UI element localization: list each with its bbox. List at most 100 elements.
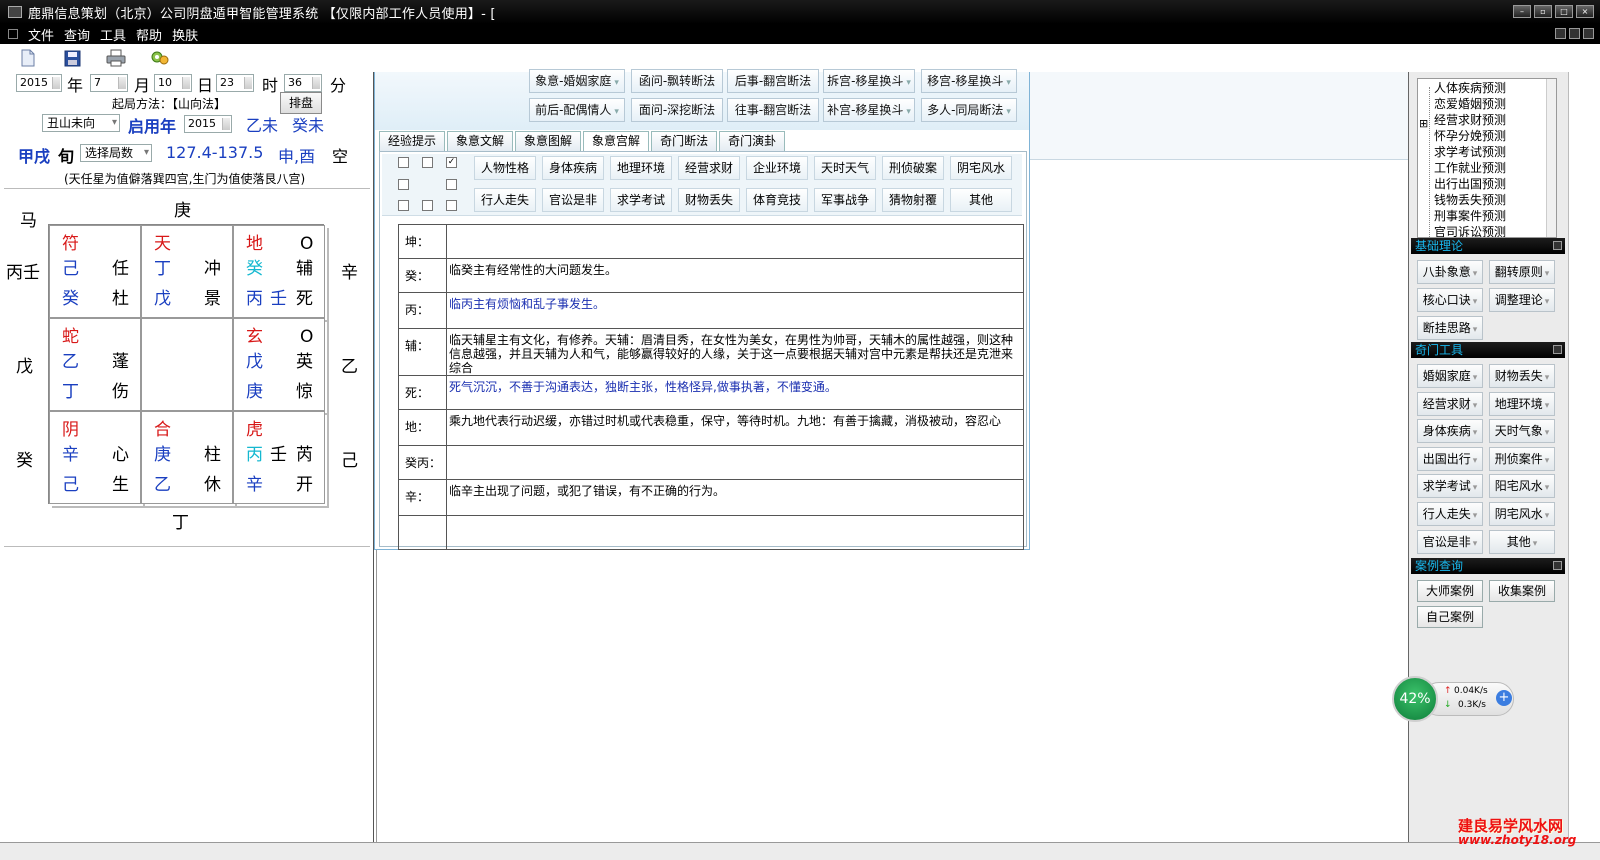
method-button-7[interactable]: 面问-深挖断法 <box>631 98 723 122</box>
menu-help[interactable]: 帮助 <box>136 25 162 44</box>
tab-qimen-method[interactable]: 奇门断法 <box>651 131 718 151</box>
palace-qian6[interactable]: 虎 丙 壬 芮 辛 开 <box>233 411 325 504</box>
mountain-select[interactable]: 丑山未向 <box>42 114 120 132</box>
menu-tools[interactable]: 工具 <box>100 25 126 44</box>
theory-button-5[interactable]: 断挂思路 ▾ <box>1417 316 1483 340</box>
tree-item[interactable]: 钱物丢失预测 <box>1434 193 1506 208</box>
checkbox[interactable] <box>422 200 433 211</box>
collapse-icon[interactable] <box>1553 241 1562 250</box>
method-button-1[interactable]: 象意-婚姻家庭 ▾ <box>529 69 625 93</box>
menu-query[interactable]: 查询 <box>64 25 90 44</box>
tab-experience[interactable]: 经验提示 <box>379 131 446 151</box>
method-button-4[interactable]: 拆宫-移星换斗 ▾ <box>823 69 915 93</box>
tree-item[interactable]: 工作就业预测 <box>1434 161 1506 176</box>
category-personality[interactable]: 人物性格 <box>474 156 536 180</box>
collapse-icon[interactable] <box>1553 345 1562 354</box>
restore-button[interactable]: ▫ <box>1534 5 1552 18</box>
category-missing-person[interactable]: 行人走失 <box>474 188 536 212</box>
mdi-restore-button[interactable] <box>1569 28 1580 39</box>
tab-text-meaning[interactable]: 象意文解 <box>447 131 514 151</box>
method-button-5[interactable]: 移宫-移星换斗 ▾ <box>921 69 1017 93</box>
palace-center5[interactable] <box>141 318 233 411</box>
hour-spinner[interactable]: 23 <box>216 74 254 92</box>
menu-file[interactable]: 文件 <box>28 25 54 44</box>
section-header-theory[interactable]: 基础理论 <box>1411 238 1565 254</box>
tree-item[interactable]: 人体疾病预测 <box>1434 81 1506 96</box>
print-icon[interactable] <box>104 47 128 69</box>
category-enterprise[interactable]: 企业环境 <box>746 156 808 180</box>
tool-button-criminal[interactable]: 刑侦案件 ▾ <box>1489 446 1555 471</box>
tool-button-travel[interactable]: 出国出行 ▾ <box>1417 446 1483 471</box>
palace-zhen3[interactable]: 蛇 乙 蓬 丁 伤 <box>49 318 141 411</box>
select-ju-dropdown[interactable]: 选择局数 <box>80 144 152 162</box>
theory-button-4[interactable]: 调整理论 ▾ <box>1489 288 1555 312</box>
tool-button-yang-fengshui[interactable]: 阳宅风水 ▾ <box>1489 474 1555 499</box>
tool-button-finance[interactable]: 经营求财 ▾ <box>1417 391 1483 416</box>
use-year-spinner[interactable]: 2015 <box>184 115 232 133</box>
method-button-2[interactable]: 函问-飘转断法 <box>631 69 723 93</box>
category-lawsuit[interactable]: 官讼是非 <box>542 188 604 212</box>
palace-kan1[interactable]: 合 庚 柱 乙 休 <box>141 411 233 504</box>
maximize-button[interactable]: □ <box>1555 5 1573 18</box>
method-button-10[interactable]: 多人-同局断法 ▾ <box>921 98 1017 122</box>
network-speed-widget[interactable]: 42% ↑ ↓ 0.04K/s 0.3K/s + <box>1392 676 1516 722</box>
section-header-tools[interactable]: 奇门工具 <box>1411 342 1565 358</box>
category-yin-fengshui[interactable]: 阴宅风水 <box>950 156 1012 180</box>
palace-kun2[interactable]: 地 O 癸 辅 丙 壬 死 <box>233 225 325 318</box>
day-spinner[interactable]: 10 <box>154 74 192 92</box>
palace-dui7[interactable]: 玄 O 戊 英 庚 惊 <box>233 318 325 411</box>
category-criminal[interactable]: 刑侦破案 <box>882 156 944 180</box>
category-health[interactable]: 身体疾病 <box>542 156 604 180</box>
category-military[interactable]: 军事战争 <box>814 188 876 212</box>
method-button-9[interactable]: 补宫-移星换斗 ▾ <box>823 98 915 122</box>
checkbox-checked[interactable]: ✓ <box>446 157 457 168</box>
collected-cases-button[interactable]: 收集案例 <box>1489 580 1555 602</box>
month-spinner[interactable]: 7 <box>90 74 128 92</box>
tool-button-health[interactable]: 身体疾病 ▾ <box>1417 419 1483 444</box>
collapse-icon[interactable] <box>1553 561 1562 570</box>
tree-item[interactable]: 出行出国预测 <box>1434 177 1506 192</box>
checkbox[interactable] <box>398 157 409 168</box>
section-header-cases[interactable]: 案例查询 <box>1411 558 1565 574</box>
year-spinner[interactable]: 2015 <box>16 74 62 92</box>
checkbox[interactable] <box>422 157 433 168</box>
new-file-icon[interactable] <box>16 47 40 69</box>
mdi-close-button[interactable] <box>1583 28 1594 39</box>
category-geography[interactable]: 地理环境 <box>610 156 672 180</box>
tab-graphic-meaning[interactable]: 象意图解 <box>515 131 582 151</box>
tree-item[interactable]: 刑事案件预测 <box>1434 209 1506 224</box>
close-button[interactable]: × <box>1576 5 1594 18</box>
checkbox[interactable] <box>446 179 457 190</box>
tools-icon[interactable] <box>148 47 172 69</box>
tab-qimen-hexagram[interactable]: 奇门演卦 <box>719 131 786 151</box>
tool-button-marriage[interactable]: 婚姻家庭 ▾ <box>1417 364 1483 388</box>
own-cases-button[interactable]: 自己案例 <box>1417 606 1483 628</box>
tool-button-other[interactable]: 其他 ▾ <box>1489 529 1555 554</box>
method-button-6[interactable]: 前后-配偶情人 ▾ <box>529 98 625 122</box>
checkbox[interactable] <box>398 179 409 190</box>
save-icon[interactable] <box>60 47 84 69</box>
mdi-system-icon[interactable] <box>8 29 18 39</box>
tree-item[interactable]: 怀孕分娩预测 <box>1434 129 1506 144</box>
checkbox[interactable] <box>446 200 457 211</box>
palace-li9[interactable]: 天 丁 冲 戊 景 <box>141 225 233 318</box>
tool-button-weather[interactable]: 天时气象 ▾ <box>1489 419 1555 444</box>
checkbox[interactable] <box>398 200 409 211</box>
method-button-3[interactable]: 后事-翻宫断法 <box>727 69 819 93</box>
tab-palace-meaning[interactable]: 象意宫解 <box>583 131 650 152</box>
theory-button-1[interactable]: 八卦象意 ▾ <box>1417 260 1483 284</box>
tool-button-lost-item[interactable]: 财物丢失 ▾ <box>1489 364 1555 388</box>
category-lost-item[interactable]: 财物丢失 <box>678 188 740 212</box>
category-weather[interactable]: 天时天气 <box>814 156 876 180</box>
tree-item[interactable]: 求学考试预测 <box>1434 145 1506 160</box>
tool-button-missing-person[interactable]: 行人走失 ▾ <box>1417 502 1483 526</box>
arrange-button[interactable]: 排盘 <box>280 92 322 114</box>
method-button-8[interactable]: 往事-翻宫断法 <box>727 98 819 122</box>
palace-gen8[interactable]: 阴 辛 心 己 生 <box>49 411 141 504</box>
theory-button-2[interactable]: 翻转原则 ▾ <box>1489 260 1555 284</box>
tool-button-geography[interactable]: 地理环境 ▾ <box>1489 391 1555 416</box>
menu-skin[interactable]: 换肤 <box>172 25 198 44</box>
tree-item[interactable]: 官司诉讼预测 <box>1434 225 1506 237</box>
mdi-minimize-button[interactable] <box>1555 28 1566 39</box>
category-guessing[interactable]: 猜物射覆 <box>882 188 944 212</box>
